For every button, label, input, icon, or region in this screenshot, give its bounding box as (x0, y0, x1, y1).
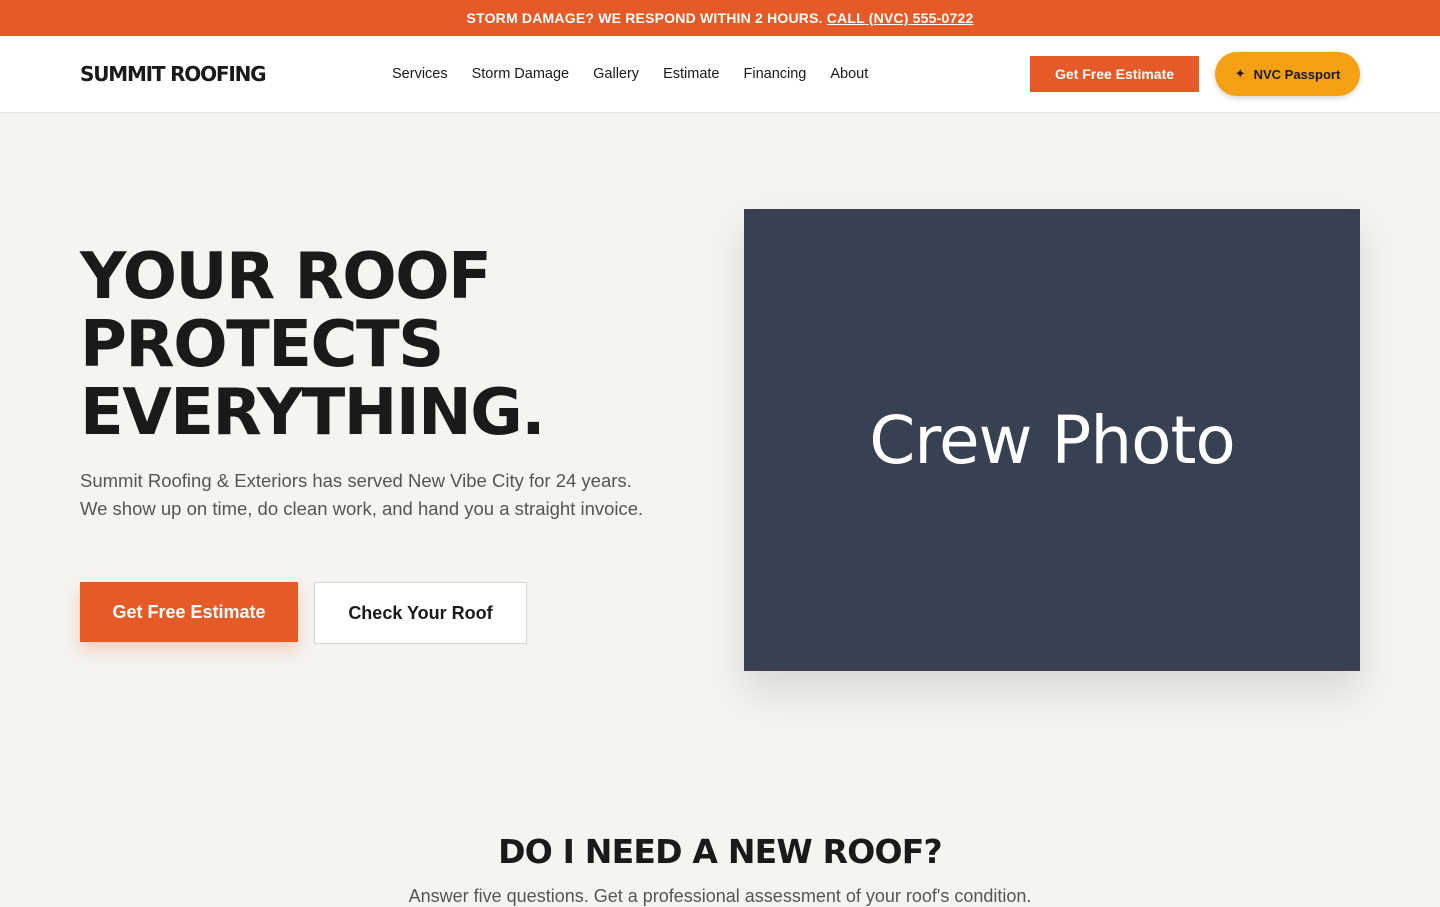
hero-headline-line-1: YOUR ROOF (80, 240, 492, 314)
nvc-passport-label: NVC Passport (1253, 66, 1341, 82)
nav-get-estimate-button[interactable]: Get Free Estimate (1030, 56, 1199, 92)
nav-item-about[interactable]: About (830, 66, 868, 82)
hero-headline: YOUR ROOF PROTECTS EVERYTHING. (80, 243, 680, 447)
nav-item-storm-damage[interactable]: Storm Damage (472, 66, 570, 82)
hero-cta-group: Get Free Estimate Check Your Roof (80, 582, 527, 644)
storm-banner-message: STORM DAMAGE? WE RESPOND WITHIN 2 HOURS. (466, 10, 823, 26)
nav-item-estimate[interactable]: Estimate (663, 66, 719, 82)
nvc-passport-button[interactable]: ✦ NVC Passport (1215, 52, 1360, 96)
check-your-roof-button[interactable]: Check Your Roof (314, 582, 527, 644)
hero-headline-line-2: PROTECTS (80, 308, 444, 382)
crew-photo-placeholder: Crew Photo (744, 209, 1360, 671)
call-phone-link[interactable]: CALL (NVC) 555-0722 (827, 10, 974, 26)
hero-headline-line-3: EVERYTHING. (80, 376, 546, 450)
nav-item-gallery[interactable]: Gallery (593, 66, 639, 82)
nav-actions: Get Free Estimate ✦ NVC Passport (1030, 52, 1360, 96)
main-menu: Services Storm Damage Gallery Estimate F… (392, 66, 868, 82)
hero-description: Summit Roofing & Exteriors has served Ne… (80, 470, 644, 519)
crew-photo-label: Crew Photo (869, 401, 1236, 479)
roof-check-subtitle: Answer five questions. Get a professiona… (408, 886, 1032, 906)
hero-section: YOUR ROOF PROTECTS EVERYTHING. Summit Ro… (0, 113, 1440, 763)
site-logo[interactable]: SUMMIT ROOFING (80, 62, 267, 86)
nav-item-services[interactable]: Services (392, 66, 448, 82)
main-navbar: SUMMIT ROOFING Services Storm Damage Gal… (0, 36, 1440, 113)
nav-item-financing[interactable]: Financing (743, 66, 806, 82)
hero-get-estimate-button[interactable]: Get Free Estimate (80, 582, 298, 642)
sparkle-icon: ✦ (1234, 66, 1246, 81)
roof-check-title: DO I NEED A NEW ROOF? (498, 832, 943, 871)
storm-banner: STORM DAMAGE? WE RESPOND WITHIN 2 HOURS.… (0, 0, 1440, 36)
